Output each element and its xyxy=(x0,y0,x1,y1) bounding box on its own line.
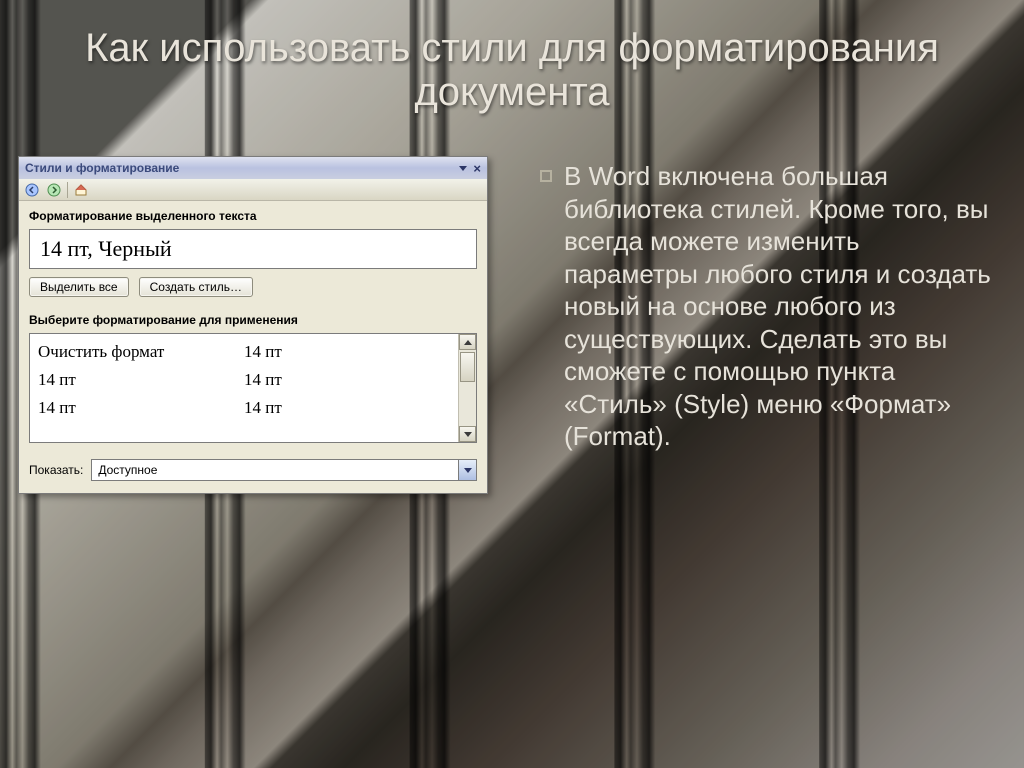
scroll-up-icon[interactable] xyxy=(459,334,476,350)
select-all-button[interactable]: Выделить все xyxy=(29,277,129,297)
toolbar-separator xyxy=(67,182,68,198)
show-select[interactable]: Доступное xyxy=(91,459,477,481)
list-item-left: Очистить формат xyxy=(38,342,244,362)
slide-title: Как использовать стили для форматировани… xyxy=(0,26,1024,114)
show-select-value: Доступное xyxy=(98,463,157,477)
home-icon[interactable] xyxy=(72,181,90,199)
list-item-right: 14 пт xyxy=(244,370,450,390)
scroll-thumb[interactable] xyxy=(460,352,475,382)
bullet-icon xyxy=(540,170,552,182)
close-icon[interactable]: × xyxy=(473,161,481,176)
forward-icon[interactable] xyxy=(45,181,63,199)
chevron-down-icon[interactable] xyxy=(458,460,476,480)
current-style-box[interactable]: 14 пт, Черный xyxy=(29,229,477,269)
list-item-right: 14 пт xyxy=(244,342,450,362)
body-text-content: В Word включена большая библиотека стиле… xyxy=(564,160,994,453)
taskpane-titlebar: Стили и форматирование × xyxy=(19,157,487,179)
list-item[interactable]: Очистить формат 14 пт xyxy=(36,338,452,366)
show-label: Показать: xyxy=(29,463,83,477)
body-text: В Word включена большая библиотека стиле… xyxy=(540,160,994,453)
scroll-down-icon[interactable] xyxy=(459,426,476,442)
scroll-track[interactable] xyxy=(459,350,476,426)
scrollbar[interactable] xyxy=(458,334,476,442)
taskpane-title: Стили и форматирование xyxy=(25,161,453,175)
list-item[interactable]: 14 пт 14 пт xyxy=(36,394,452,422)
new-style-button[interactable]: Создать стиль… xyxy=(139,277,253,297)
apply-formatting-label: Выберите форматирование для применения xyxy=(19,305,487,331)
back-icon[interactable] xyxy=(23,181,41,199)
current-formatting-label: Форматирование выделенного текста xyxy=(19,201,487,227)
styles-taskpane: Стили и форматирование × Форматирование … xyxy=(18,156,488,494)
list-item-left: 14 пт xyxy=(38,398,244,418)
list-item[interactable]: 14 пт 14 пт xyxy=(36,366,452,394)
list-item-right: 14 пт xyxy=(244,398,450,418)
list-item-left: 14 пт xyxy=(38,370,244,390)
taskpane-toolbar xyxy=(19,179,487,201)
format-list: Очистить формат 14 пт 14 пт 14 пт 14 пт … xyxy=(29,333,477,443)
dropdown-icon[interactable] xyxy=(459,166,467,171)
